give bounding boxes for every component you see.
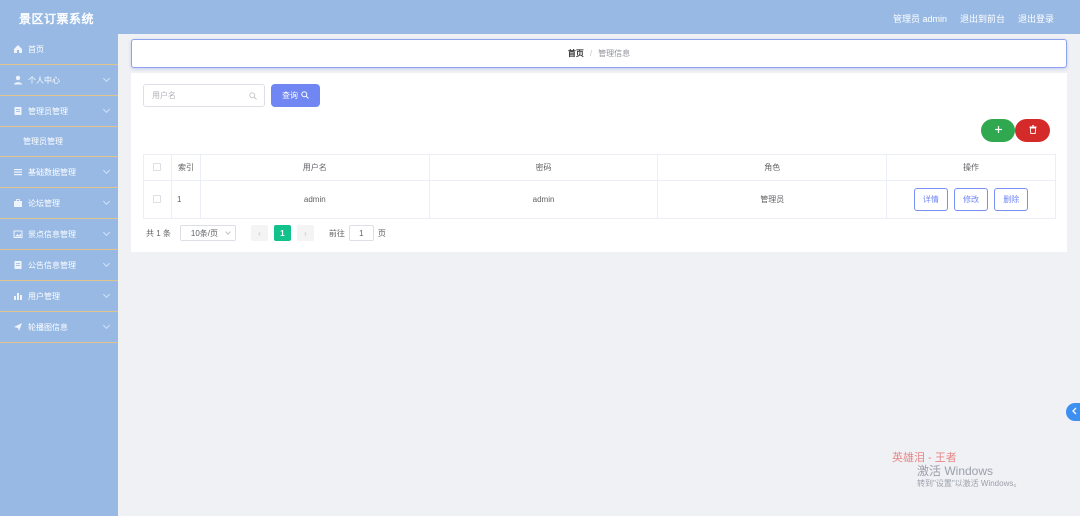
cell-index: 1 xyxy=(170,180,201,219)
chevron-left-icon: ‹ xyxy=(258,228,261,238)
collapse-toggle-button[interactable] xyxy=(1066,403,1080,421)
admin-table: 索引 用户名 密码 角色 操作 1 admin admin 管理员 详情 修改 … xyxy=(143,154,1056,219)
sidebar-subitem-admin-management[interactable]: 管理员管理 xyxy=(0,127,118,157)
chevron-down-icon xyxy=(102,259,111,268)
sidebar-item-label: 用户管理 xyxy=(28,291,60,301)
chevron-down-icon xyxy=(102,166,111,175)
sidebar-item-home[interactable]: 首页 xyxy=(0,34,118,65)
column-header-role: 角色 xyxy=(657,154,888,181)
page-size-value: 10条/页 xyxy=(190,228,219,238)
table-row: 1 admin admin 管理员 详情 修改 删除 xyxy=(143,180,1056,219)
goto-page-input[interactable] xyxy=(348,225,374,241)
column-header-username: 用户名 xyxy=(199,154,430,181)
column-header-index: 索引 xyxy=(170,154,201,181)
breadcrumb: 首页 / 管理信息 xyxy=(131,39,1067,68)
send-icon xyxy=(13,322,23,332)
goto-label: 前往 xyxy=(328,228,345,238)
breadcrumb-separator: / xyxy=(589,49,593,58)
table-header-row: 索引 用户名 密码 角色 操作 xyxy=(143,154,1056,181)
sidebar-item-base-data[interactable]: 基础数据管理 xyxy=(0,157,118,188)
pagination: 共 1 条 10条/页 ‹ 1 › 前往 页 xyxy=(146,225,386,241)
delete-button[interactable]: 删除 xyxy=(994,188,1029,211)
doc-icon xyxy=(13,106,23,116)
column-header-password: 密码 xyxy=(428,154,659,181)
breadcrumb-current: 管理信息 xyxy=(598,49,631,58)
image-icon xyxy=(13,229,23,239)
row-checkbox[interactable] xyxy=(153,194,162,203)
page-unit-label: 页 xyxy=(377,228,386,238)
home-icon xyxy=(13,44,23,54)
chevron-down-icon xyxy=(102,74,111,83)
header-checkbox-cell xyxy=(143,154,172,181)
username-search-field[interactable] xyxy=(144,85,244,106)
sidebar-item-users[interactable]: 用户管理 xyxy=(0,281,118,312)
search-icon xyxy=(301,90,309,101)
plus-icon xyxy=(994,125,1003,136)
row-checkbox-cell xyxy=(143,180,172,219)
search-icon xyxy=(249,92,257,102)
windows-activation-subtitle: 转到"设置"以激活 Windows。 xyxy=(917,479,1022,488)
chevron-down-icon xyxy=(225,229,231,235)
chevron-down-icon xyxy=(102,197,111,206)
trash-icon xyxy=(1029,125,1037,136)
chevron-down-icon xyxy=(102,105,111,114)
user-icon xyxy=(13,75,23,85)
pagination-total: 共 1 条 xyxy=(146,228,171,238)
username-search-input[interactable] xyxy=(143,84,265,107)
sidebar-item-scenic-info[interactable]: 景点信息管理 xyxy=(0,219,118,250)
top-bar-actions: 管理员 admin 退出到前台 退出登录 xyxy=(893,12,1054,25)
sidebar-item-label: 首页 xyxy=(28,44,44,54)
select-all-checkbox[interactable] xyxy=(153,162,162,171)
query-button[interactable]: 查询 xyxy=(271,84,320,107)
query-button-label: 查询 xyxy=(282,91,298,100)
sidebar-item-label: 个人中心 xyxy=(28,75,60,85)
sidebar-item-label: 论坛管理 xyxy=(28,198,60,208)
page-size-select[interactable]: 10条/页 xyxy=(179,225,236,241)
sidebar-item-label: 公告信息管理 xyxy=(28,260,76,270)
edit-button[interactable]: 修改 xyxy=(954,188,989,211)
sidebar-item-forum[interactable]: 论坛管理 xyxy=(0,188,118,219)
back-to-front-link[interactable]: 退出到前台 xyxy=(960,12,1005,25)
logout-link[interactable]: 退出登录 xyxy=(1018,12,1054,25)
chevron-down-icon xyxy=(102,290,111,299)
admin-label: 管理员 admin xyxy=(892,14,947,24)
bar-chart-icon xyxy=(13,291,23,301)
detail-button[interactable]: 详情 xyxy=(913,188,948,211)
batch-delete-button[interactable] xyxy=(1015,119,1050,142)
list-icon xyxy=(13,167,23,177)
breadcrumb-home[interactable]: 首页 xyxy=(568,48,584,59)
add-button[interactable] xyxy=(981,119,1015,142)
cell-password: admin xyxy=(428,180,659,219)
sidebar-item-notice-info[interactable]: 公告信息管理 xyxy=(0,250,118,281)
column-header-actions: 操作 xyxy=(886,154,1056,181)
sidebar-item-carousel[interactable]: 轮播图信息 xyxy=(0,312,118,343)
chevron-down-icon xyxy=(102,321,111,330)
chevron-down-icon xyxy=(102,228,111,237)
main-panel: 查询 索引 用户名 密码 角色 操作 xyxy=(131,73,1067,252)
cell-actions: 详情 修改 删除 xyxy=(886,180,1056,219)
sidebar-item-label: 轮播图信息 xyxy=(28,322,68,332)
sidebar-item-label: 管理员管理 xyxy=(28,106,68,116)
sidebar-item-admin-management[interactable]: 管理员管理 xyxy=(0,96,118,127)
chevron-left-icon xyxy=(1071,407,1077,417)
cell-username: admin xyxy=(199,180,430,219)
briefcase-icon xyxy=(13,198,23,208)
sidebar-item-label: 景点信息管理 xyxy=(28,229,76,239)
sidebar: 首页 个人中心 管理员管理 管理员管理 基础数据管理 论坛管理 景点信息管理 公… xyxy=(0,34,118,516)
doc-icon xyxy=(13,260,23,270)
prev-page-button[interactable]: ‹ xyxy=(250,225,268,241)
chevron-right-icon: › xyxy=(304,228,307,238)
page-number-current[interactable]: 1 xyxy=(273,225,291,241)
top-bar: 景区订票系统 管理员 admin 退出到前台 退出登录 xyxy=(0,0,1080,34)
sidebar-item-profile[interactable]: 个人中心 xyxy=(0,65,118,96)
sidebar-item-label: 基础数据管理 xyxy=(28,167,76,177)
windows-activation-title: 激活 Windows xyxy=(917,464,994,478)
cell-role: 管理员 xyxy=(657,180,888,219)
app-title: 景区订票系统 xyxy=(19,12,95,26)
next-page-button[interactable]: › xyxy=(296,225,314,241)
sidebar-subitem-label: 管理员管理 xyxy=(23,137,63,146)
